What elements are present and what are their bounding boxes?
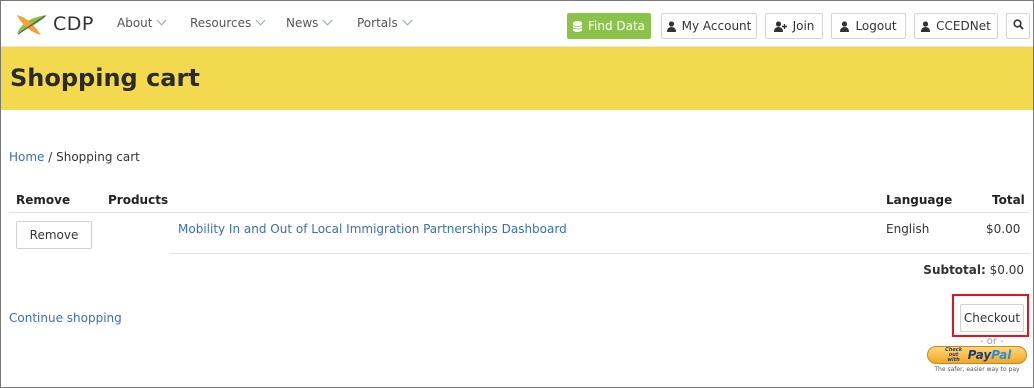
column-header-remove: Remove (16, 193, 71, 207)
page-title: Shopping cart (10, 64, 200, 92)
paypal-checkout-button[interactable]: Check out with PayPal The safer, easier … (924, 346, 1030, 376)
subtotal-label: Subtotal: (923, 263, 986, 277)
nav-news[interactable]: News (286, 15, 333, 30)
nav-about-label: About (117, 16, 153, 30)
item-total: $0.00 (986, 222, 1021, 236)
breadcrumb: Home / Shopping cart (9, 150, 140, 164)
nav-news-label: News (286, 16, 319, 30)
my-account-label: My Account (681, 19, 752, 33)
nav-portals[interactable]: Portals (357, 15, 413, 30)
chevron-down-icon (157, 15, 167, 25)
brand-logo[interactable]: CDP (15, 10, 94, 38)
column-header-language: Language (886, 193, 953, 207)
breadcrumb-current: Shopping cart (56, 150, 140, 164)
ccednet-label: CCEDNet (936, 19, 991, 33)
logout-label: Logout (855, 19, 897, 33)
product-link[interactable]: Mobility In and Out of Local Immigration… (178, 222, 567, 236)
user-plus-icon (773, 20, 787, 32)
paypal-tagline: The safer, easier way to pay (934, 366, 1020, 373)
paypal-brand-b: Pal (991, 348, 1012, 362)
item-language: English (886, 222, 930, 236)
top-navbar: CDP About Resources News Portals Find Da… (1, 1, 1033, 47)
chevron-down-icon (402, 15, 413, 25)
subtotal-value: $0.00 (989, 263, 1024, 277)
cdp-leaf-logo (17, 15, 47, 35)
nav-about[interactable]: About (117, 15, 167, 30)
remove-item-button[interactable]: Remove (16, 221, 92, 249)
checkout-button[interactable]: Checkout (960, 304, 1024, 332)
my-account-button[interactable]: My Account (661, 13, 757, 39)
find-data-label: Find Data (587, 19, 646, 33)
header-divider (9, 212, 1030, 213)
nav-portals-label: Portals (357, 16, 398, 30)
continue-shopping-link[interactable]: Continue shopping (9, 311, 122, 325)
database-icon (572, 20, 582, 32)
nav-resources-label: Resources (190, 16, 252, 30)
cart-subtotal: Subtotal: $0.00 (923, 263, 1024, 277)
search-button[interactable] (1006, 13, 1030, 39)
column-header-products: Products (108, 193, 169, 207)
user-icon (921, 20, 931, 32)
breadcrumb-separator: / (44, 150, 57, 164)
paypal-brand: PayPal (968, 348, 1012, 362)
brand-name: CDP (53, 13, 94, 35)
ccednet-button[interactable]: CCEDNet (914, 13, 998, 39)
paypal-small-text: Check out with (945, 346, 963, 363)
search-icon (1012, 19, 1024, 33)
page-banner: Shopping cart (1, 47, 1033, 110)
logout-button[interactable]: Logout (831, 13, 906, 39)
user-icon (840, 20, 850, 32)
user-icon (666, 20, 676, 32)
nav-resources[interactable]: Resources (190, 15, 266, 30)
find-data-button[interactable]: Find Data (567, 13, 651, 39)
paypal-brand-a: Pay (967, 348, 992, 362)
breadcrumb-home-link[interactable]: Home (9, 150, 44, 164)
column-header-total: Total (992, 193, 1025, 207)
chevron-down-icon (322, 15, 333, 25)
row-divider (170, 253, 1030, 254)
paypal-logo: Check out with PayPal (927, 346, 1027, 364)
chevron-down-icon (255, 15, 266, 25)
join-button[interactable]: Join (765, 13, 823, 39)
join-label: Join (792, 19, 815, 33)
